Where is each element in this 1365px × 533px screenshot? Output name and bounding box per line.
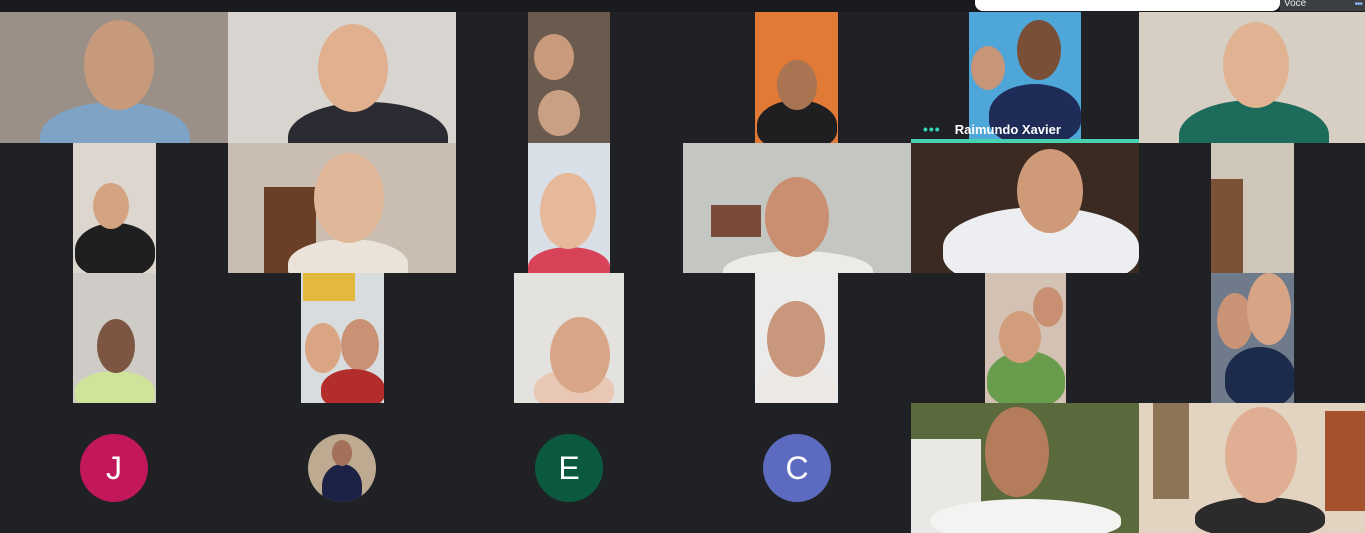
participant-face <box>999 311 1041 363</box>
participant-face <box>1017 149 1083 233</box>
participant-body <box>931 499 1121 533</box>
participant-name: Raimundo Xavier <box>954 121 1061 137</box>
participant-face <box>534 34 574 80</box>
participant-face <box>97 319 135 373</box>
window <box>1153 403 1189 499</box>
participant-body <box>288 102 448 143</box>
participant-tile[interactable] <box>73 143 156 273</box>
self-view-label: Você <box>1284 0 1307 9</box>
participant-tile[interactable] <box>911 403 1139 533</box>
self-view-tile[interactable]: Você ••• <box>1280 0 1365 11</box>
participant-tile[interactable] <box>911 143 1139 273</box>
participant-face <box>985 407 1049 497</box>
participant-avatar[interactable]: C <box>763 434 831 502</box>
participant-face <box>305 323 341 373</box>
participant-tile[interactable] <box>755 12 838 143</box>
more-options-icon[interactable]: ••• <box>1354 0 1362 11</box>
participant-tile[interactable] <box>514 273 624 403</box>
speaking-dots-icon: ••• <box>923 121 941 137</box>
participant-face <box>314 153 384 243</box>
participant-face <box>1225 407 1297 503</box>
door <box>1211 179 1243 273</box>
participant-tile[interactable] <box>228 12 456 143</box>
participant-face <box>767 301 825 377</box>
participant-tile[interactable] <box>1139 12 1365 143</box>
participant-face <box>550 317 610 393</box>
participant-face <box>1017 20 1061 80</box>
participant-body <box>1225 347 1294 403</box>
participant-face <box>765 177 829 257</box>
participant-tile[interactable] <box>228 143 456 273</box>
participant-body <box>528 247 610 273</box>
participant-face <box>538 90 580 136</box>
avatar-initial: J <box>106 449 122 486</box>
participant-tile[interactable] <box>301 273 384 403</box>
participant-face <box>1247 273 1291 345</box>
participant-tile-active-speaker[interactable]: ••• Raimundo Xavier <box>911 12 1139 143</box>
participant-tile[interactable] <box>683 143 911 273</box>
participant-tile[interactable] <box>985 273 1066 403</box>
avatar-initial: E <box>558 449 580 486</box>
participant-avatar[interactable]: E <box>535 434 603 502</box>
participant-face <box>318 24 388 112</box>
participant-face <box>1223 22 1289 108</box>
participant-tile[interactable] <box>528 143 610 273</box>
participant-tile[interactable] <box>755 273 838 403</box>
participant-body <box>321 369 384 403</box>
participant-tile[interactable] <box>0 12 228 143</box>
participant-tile[interactable] <box>1211 273 1294 403</box>
participant-tile[interactable] <box>528 12 610 143</box>
self-view-bar <box>975 0 1280 11</box>
participant-face <box>93 183 129 229</box>
participant-tile[interactable] <box>1139 403 1365 533</box>
participant-avatar-photo[interactable] <box>308 434 376 502</box>
door <box>1325 411 1365 511</box>
participant-face <box>1033 287 1063 327</box>
participant-body <box>322 464 362 502</box>
participant-body <box>75 223 155 273</box>
participant-face <box>540 173 596 249</box>
participant-avatar[interactable]: J <box>80 434 148 502</box>
avatar-initial: C <box>785 449 809 486</box>
participant-face <box>777 60 817 110</box>
wall-picture <box>711 205 761 237</box>
participant-face <box>84 20 154 110</box>
participant-face <box>971 46 1005 90</box>
participant-face <box>332 440 352 466</box>
participant-tile[interactable] <box>1211 143 1294 273</box>
participant-tile[interactable] <box>73 273 156 403</box>
participant-face <box>341 319 379 371</box>
participant-body <box>75 371 155 403</box>
wall-art <box>303 273 355 301</box>
